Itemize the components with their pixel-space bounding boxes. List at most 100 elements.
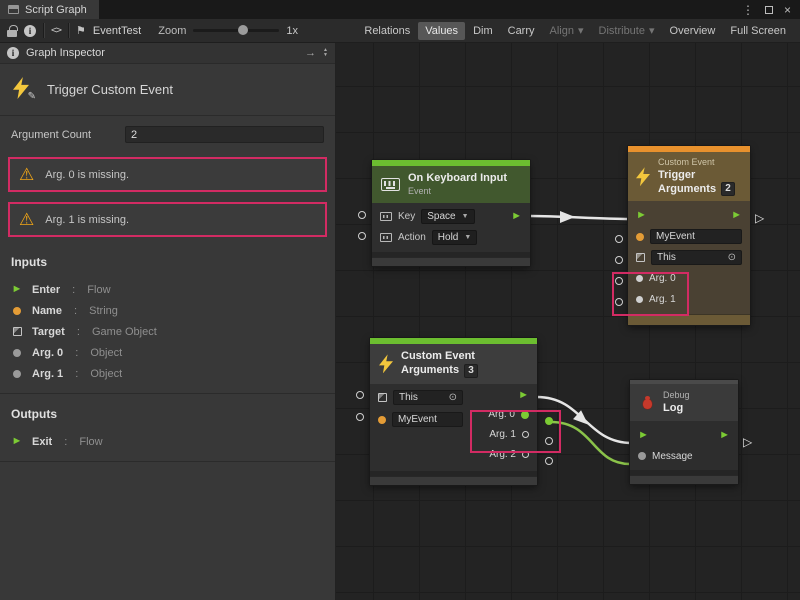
node-subtitle: Event xyxy=(408,186,507,198)
flow-input-port[interactable]: ► xyxy=(636,210,647,221)
debug-log-node[interactable]: Debug Log ► ► Message xyxy=(630,380,738,484)
target-picker-icon[interactable]: ⊙ xyxy=(728,253,736,263)
flow-input-port[interactable]: ► xyxy=(638,430,649,441)
flow-output-row: ► xyxy=(471,387,537,405)
window-menu-icon[interactable]: ⋮ xyxy=(742,4,754,16)
zoom-slider[interactable] xyxy=(193,29,279,32)
unity-script-graph-window: Script Graph ⋮ × i <> ⚑ EventTest Zoom 1… xyxy=(0,0,800,600)
zoom-slider-knob[interactable] xyxy=(238,25,248,35)
pin-row-exit: ► Exit : Flow xyxy=(11,431,324,452)
toolbar-separator xyxy=(68,23,69,38)
node-title-line2: Arguments xyxy=(658,183,716,197)
action-dropdown[interactable]: Hold ▼ xyxy=(432,230,478,245)
node-footer xyxy=(630,475,738,484)
custom-event-arguments-node[interactable]: Custom Event Arguments 3 This ⊙ xyxy=(370,338,537,485)
full-screen-label: Full Screen xyxy=(730,25,786,37)
dock-icon[interactable]: → xyxy=(305,47,316,59)
node-category: Debug xyxy=(663,390,690,402)
target-value: This xyxy=(657,252,676,263)
key-input-port[interactable] xyxy=(358,211,366,219)
bug-icon xyxy=(639,395,655,410)
flow-output-port[interactable]: ► xyxy=(731,210,742,221)
key-label: Key xyxy=(398,211,415,222)
arg1-label: Arg. 1 xyxy=(489,429,516,440)
node-header[interactable]: On Keyboard Input Event xyxy=(372,166,530,203)
arg1-output-port[interactable] xyxy=(522,431,529,438)
info-icon[interactable]: i xyxy=(24,25,36,37)
gameobject-cube-icon[interactable] xyxy=(378,393,387,402)
inspector-title-row: ✎ Trigger Custom Event xyxy=(0,64,335,115)
event-name-value: MyEvent xyxy=(656,231,695,242)
arguments-name-input-port[interactable] xyxy=(356,413,364,421)
object-port-icon[interactable] xyxy=(636,275,643,282)
dim-label: Dim xyxy=(473,25,493,37)
trigger-arg0-input-port[interactable] xyxy=(615,277,623,285)
target-picker-icon[interactable]: ⊙ xyxy=(449,393,457,403)
object-port-icon xyxy=(13,370,21,378)
arg1-port-row: Arg. 1 xyxy=(628,289,750,310)
key-icon xyxy=(380,212,392,221)
arguments-arg2-outer-port[interactable] xyxy=(545,457,553,465)
key-value: Space xyxy=(427,211,455,222)
trigger-name-input-port[interactable] xyxy=(615,235,623,243)
panel-spinner[interactable]: ▲ ▼ xyxy=(323,48,328,59)
target-field[interactable]: This ⊙ xyxy=(393,390,463,405)
relations-button[interactable]: Relations xyxy=(357,22,417,40)
node-title-line1: Trigger xyxy=(658,169,735,183)
overview-button[interactable]: Overview xyxy=(663,22,723,40)
carry-button[interactable]: Carry xyxy=(501,22,542,40)
key-dropdown[interactable]: Space ▼ xyxy=(421,209,474,224)
dim-button[interactable]: Dim xyxy=(466,22,500,40)
name-port-row: MyEvent xyxy=(370,409,471,431)
flow-output-port[interactable]: ► xyxy=(518,390,529,401)
flow-output-port[interactable]: ► xyxy=(511,211,522,222)
wire-arg0-to-message xyxy=(551,422,630,464)
lock-icon[interactable] xyxy=(7,30,17,37)
event-name-field[interactable]: MyEvent xyxy=(650,229,742,244)
chevron-down-icon: ▼ xyxy=(464,234,471,241)
trigger-continue-arrow: ▷ xyxy=(755,212,764,224)
message-input-port[interactable] xyxy=(638,452,646,460)
event-name-value: MyEvent xyxy=(398,414,437,425)
align-button[interactable]: Align▾ xyxy=(543,21,591,40)
on-keyboard-input-node[interactable]: On Keyboard Input Event Key Space ▼ ► xyxy=(372,160,530,266)
event-name-field[interactable]: MyEvent xyxy=(392,412,463,427)
pin-row-target: Target : Game Object xyxy=(11,321,324,342)
object-port-icon[interactable] xyxy=(636,296,643,303)
argument-count-field[interactable]: 2 xyxy=(125,126,324,143)
trigger-custom-event-node[interactable]: Custom Event Trigger Arguments 2 ► ► xyxy=(628,146,750,325)
custom-event-icon xyxy=(636,167,650,186)
gameobject-cube-icon[interactable] xyxy=(636,253,645,262)
flow-output-port[interactable]: ► xyxy=(719,430,730,441)
key-port-row: Key Space ▼ ► xyxy=(372,206,530,227)
graph-asset-name[interactable]: EventTest xyxy=(93,25,141,37)
trigger-arg1-input-port[interactable] xyxy=(615,298,623,306)
full-screen-button[interactable]: Full Screen xyxy=(723,22,793,40)
node-header[interactable]: Custom Event Trigger Arguments 2 xyxy=(628,152,750,201)
graph-canvas[interactable]: On Keyboard Input Event Key Space ▼ ► xyxy=(336,43,800,600)
arguments-arg1-outer-port[interactable] xyxy=(545,437,553,445)
string-port-icon[interactable] xyxy=(636,233,644,241)
zoom-value: 1x xyxy=(286,25,298,37)
action-input-port[interactable] xyxy=(358,232,366,240)
values-button[interactable]: Values xyxy=(418,22,465,40)
message-port-row: Message xyxy=(630,446,738,466)
flow-port-icon: ► xyxy=(12,284,23,295)
gameobject-cube-icon xyxy=(13,327,22,336)
arg0-port-row: Arg. 0 xyxy=(628,268,750,289)
node-header[interactable]: Custom Event Arguments 3 xyxy=(370,344,537,384)
string-port-icon[interactable] xyxy=(378,416,386,424)
maximize-icon[interactable] xyxy=(765,6,773,14)
target-field[interactable]: This ⊙ xyxy=(651,250,742,265)
arg0-output-port[interactable] xyxy=(521,411,529,419)
node-category: Custom Event xyxy=(658,157,735,169)
arguments-arg0-outer-port[interactable] xyxy=(545,417,553,425)
edit-script-icon[interactable]: <> xyxy=(51,25,61,36)
arg2-output-port[interactable] xyxy=(522,451,529,458)
tab-script-graph[interactable]: Script Graph xyxy=(0,0,99,19)
arguments-target-input-port[interactable] xyxy=(356,391,364,399)
node-header[interactable]: Debug Log xyxy=(630,384,738,421)
distribute-button[interactable]: Distribute▾ xyxy=(592,21,662,40)
trigger-target-input-port[interactable] xyxy=(615,256,623,264)
close-icon[interactable]: × xyxy=(784,4,791,16)
